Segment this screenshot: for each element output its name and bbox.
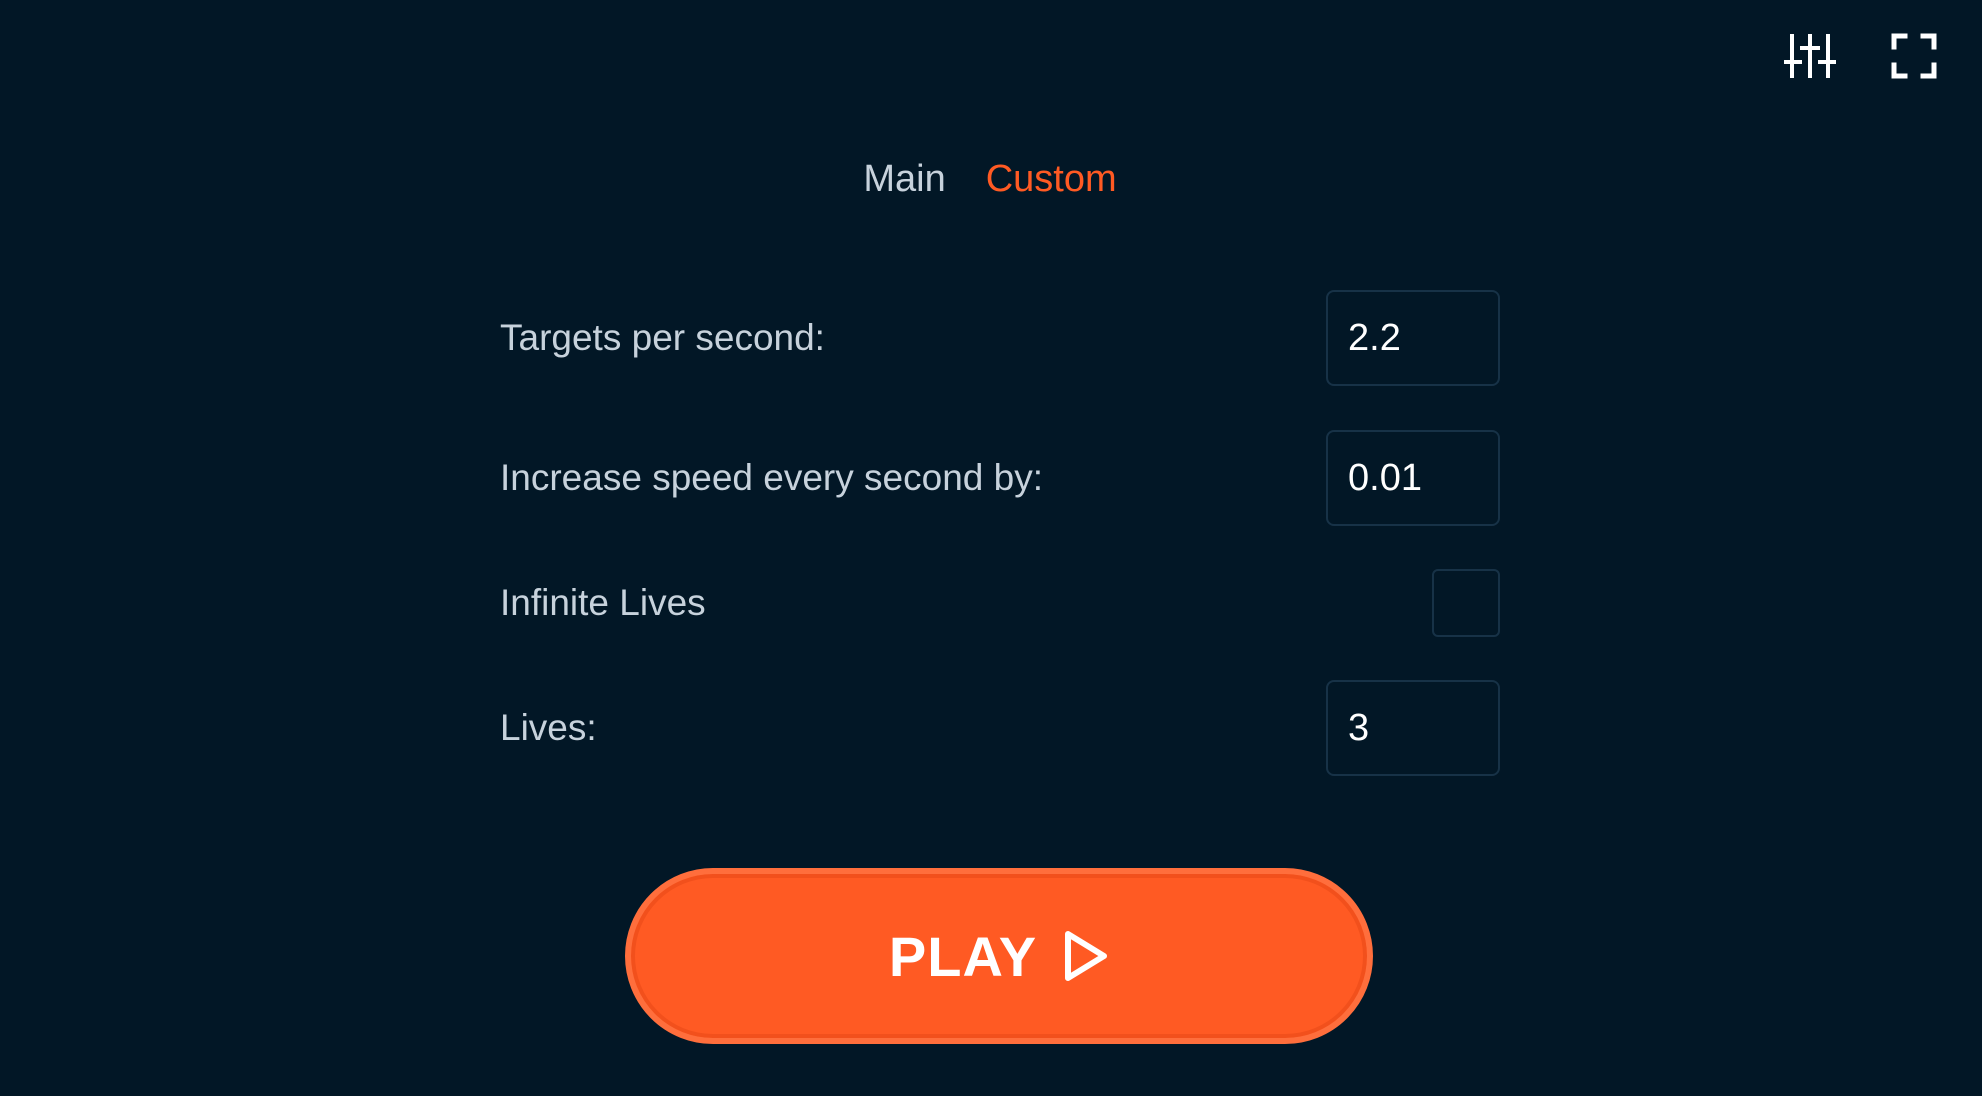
tab-custom[interactable]: Custom	[986, 158, 1117, 201]
settings-button[interactable]	[1784, 30, 1836, 82]
tab-main[interactable]: Main	[863, 158, 945, 201]
speed-increase-input[interactable]	[1326, 430, 1500, 526]
speed-increase-label: Increase speed every second by:	[500, 457, 1043, 498]
speed-increase-row: Increase speed every second by:	[500, 428, 1500, 528]
sliders-icon	[1784, 34, 1836, 78]
play-label: PLAY	[888, 924, 1038, 988]
top-toolbar	[1784, 30, 1940, 82]
fullscreen-button[interactable]	[1888, 30, 1940, 82]
targets-per-second-label: Targets per second:	[500, 317, 825, 358]
infinite-lives-checkbox[interactable]	[1432, 569, 1500, 637]
play-icon	[1065, 931, 1108, 981]
play-button[interactable]: PLAY	[625, 868, 1373, 1044]
lives-label: Lives:	[500, 707, 597, 748]
lives-row: Lives:	[500, 678, 1500, 778]
infinite-lives-row: Infinite Lives	[500, 553, 1500, 653]
lives-input[interactable]	[1326, 680, 1500, 776]
mode-tabs: Main Custom	[0, 158, 1982, 201]
infinite-lives-label: Infinite Lives	[500, 582, 706, 623]
fullscreen-icon	[1891, 33, 1937, 79]
targets-per-second-input[interactable]	[1326, 290, 1500, 386]
targets-per-second-row: Targets per second:	[500, 288, 1500, 388]
